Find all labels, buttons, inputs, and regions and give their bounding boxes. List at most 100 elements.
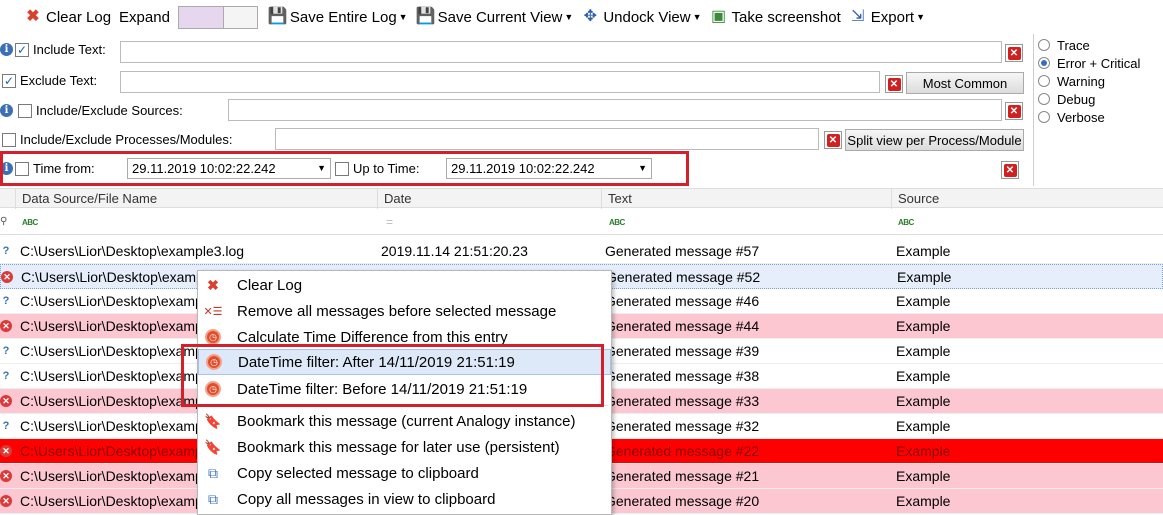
info-icon: i — [0, 104, 13, 117]
clear-log-button[interactable]: ✖ Clear Log — [20, 3, 115, 31]
log-level-panel: Trace Error + Critical Warning Debug Ver… — [1033, 34, 1163, 186]
exclude-text-input[interactable] — [120, 71, 880, 93]
clock-icon: ◷ — [205, 329, 221, 345]
column-header-source-file[interactable]: Data Source/File Name — [15, 189, 377, 209]
cell-source: C:\Users\Lior\Desktop\example3.log — [20, 243, 245, 259]
exclude-text-row: ✓ Exclude Text: — [2, 73, 97, 88]
sources-checkbox[interactable] — [18, 103, 32, 118]
sources-label: Include/Exclude Sources: — [36, 103, 183, 118]
menu-item-remove-before[interactable]: ✕☰ Remove all messages before selected m… — [198, 298, 611, 324]
include-text-checkbox[interactable]: ✓ — [15, 42, 29, 57]
error-icon: ✕ — [0, 495, 12, 507]
export-icon: ⇲ — [851, 8, 865, 25]
cell-text: Generated message #44 — [605, 318, 760, 334]
text-filter-icon[interactable]: ABC — [22, 218, 38, 227]
expand-toggle[interactable] — [177, 5, 258, 29]
toolbar: ✖ Clear Log Expand 💾 Save Entire Log ▼ 💾 … — [0, 0, 1163, 34]
radio-icon — [1038, 39, 1050, 51]
cell-text: Generated message #21 — [605, 468, 760, 484]
menu-item-label: Remove all messages before selected mess… — [237, 302, 557, 320]
menu-item-label: Bookmark this message for later use (per… — [237, 438, 560, 456]
clear-processes-button[interactable]: ✕ — [824, 131, 842, 149]
auto-filter-row: ⚲ ABC = ABC ABC — [0, 209, 1163, 235]
close-icon: ✕ — [1007, 104, 1021, 118]
export-label: Export — [870, 8, 915, 26]
include-text-label: Include Text: — [33, 42, 106, 57]
menu-item-clear-log[interactable]: ✖ Clear Log — [198, 272, 611, 298]
level-verbose-label: Verbose — [1057, 109, 1105, 125]
menu-highlight-frame — [181, 344, 604, 407]
equals-filter-icon[interactable]: = — [386, 215, 393, 229]
menu-item-label: Calculate Time Difference from this entr… — [237, 328, 508, 346]
level-debug-label: Debug — [1057, 91, 1096, 107]
level-debug[interactable]: Debug — [1034, 90, 1163, 108]
save-entire-log-label: Save Entire Log — [289, 8, 397, 26]
text-filter-icon[interactable]: ABC — [898, 218, 914, 227]
split-view-button[interactable]: Split view per Process/Module — [845, 129, 1024, 151]
level-trace[interactable]: Trace — [1034, 36, 1163, 54]
column-header-source[interactable]: Source — [891, 189, 1163, 209]
cell-text: Generated message #57 — [605, 243, 760, 259]
sources-input[interactable] — [228, 99, 1002, 121]
include-text-input[interactable] — [120, 41, 1002, 63]
menu-item-bookmark-persistent[interactable]: 🔖 Bookmark this message for later use (p… — [198, 434, 611, 460]
exclude-text-checkbox[interactable]: ✓ — [2, 73, 16, 88]
table-row[interactable]: ? C:\Users\Lior\Desktop\example3.log 2019.… — [0, 239, 1163, 264]
save-current-view-label: Save Current View — [437, 8, 563, 26]
x-icon: ✖ — [207, 276, 219, 293]
cell-src: Example — [896, 443, 951, 459]
sources-row: i Include/Exclude Sources: — [0, 103, 183, 118]
clear-include-text-button[interactable]: ✕ — [1005, 44, 1023, 62]
radio-icon — [1038, 75, 1050, 87]
x-icon: ✖ — [26, 8, 40, 25]
export-button[interactable]: ⇲ Export ▼ — [845, 3, 929, 31]
error-icon: ✕ — [1, 271, 13, 283]
highlight-frame — [0, 151, 689, 186]
question-icon: ? — [2, 420, 10, 432]
close-icon: ✕ — [1007, 46, 1021, 60]
level-verbose[interactable]: Verbose — [1034, 108, 1163, 126]
processes-label: Include/Exclude Processes/Modules: — [20, 132, 233, 147]
clear-time-button[interactable]: ✕ — [1001, 161, 1019, 179]
level-error-critical[interactable]: Error + Critical — [1034, 54, 1163, 72]
most-common-button[interactable]: Most Common — [906, 72, 1024, 94]
cell-src: Example — [896, 368, 951, 384]
menu-item-bookmark-current[interactable]: 🔖 Bookmark this message (current Analogy… — [198, 408, 611, 434]
cell-src: Example — [896, 418, 951, 434]
error-icon: ✕ — [0, 470, 12, 482]
processes-input[interactable] — [275, 128, 819, 150]
take-screenshot-label: Take screenshot — [731, 8, 841, 26]
cell-src: Example — [896, 343, 951, 359]
bookmark-icon: 🔖 — [204, 412, 222, 429]
copy-icon: ⧉ — [208, 464, 218, 481]
cell-text: Generated message #33 — [605, 393, 760, 409]
cell-text: Generated message #52 — [606, 269, 761, 285]
level-error-critical-label: Error + Critical — [1057, 55, 1141, 71]
processes-checkbox[interactable] — [2, 132, 16, 147]
menu-item-label: Copy all messages in view to clipboard — [237, 490, 496, 508]
question-icon: ? — [2, 295, 10, 307]
undock-view-label: Undock View — [603, 8, 691, 26]
save-entire-log-button[interactable]: 💾 Save Entire Log ▼ — [264, 3, 412, 31]
save-current-view-button[interactable]: 💾 Save Current View ▼ — [412, 3, 578, 31]
menu-item-copy-all[interactable]: ⧉ Copy all messages in view to clipboard — [198, 486, 611, 512]
cell-src: Example — [896, 393, 951, 409]
menu-item-label: Clear Log — [237, 276, 303, 294]
menu-item-copy-selected[interactable]: ⧉ Copy selected message to clipboard — [198, 460, 611, 486]
undock-view-button[interactable]: ✥ Undock View ▼ — [577, 3, 705, 31]
cell-src: Example — [896, 293, 951, 309]
copy-icon: ⧉ — [208, 490, 218, 507]
level-warning[interactable]: Warning — [1034, 72, 1163, 90]
error-icon: ✕ — [0, 445, 12, 457]
column-header-text[interactable]: Text — [601, 189, 891, 209]
clear-sources-button[interactable]: ✕ — [1005, 102, 1023, 120]
bookmark-icon: 🔖 — [204, 438, 222, 455]
info-icon: i — [0, 43, 13, 56]
cell-src: Example — [896, 493, 951, 509]
radio-selected-icon — [1038, 57, 1050, 69]
cell-src: Example — [897, 269, 952, 285]
take-screenshot-button[interactable]: ▣ Take screenshot — [706, 3, 845, 31]
column-header-date[interactable]: Date — [377, 189, 601, 209]
text-filter-icon[interactable]: ABC — [609, 218, 625, 227]
clear-exclude-text-button[interactable]: ✕ — [885, 75, 903, 93]
